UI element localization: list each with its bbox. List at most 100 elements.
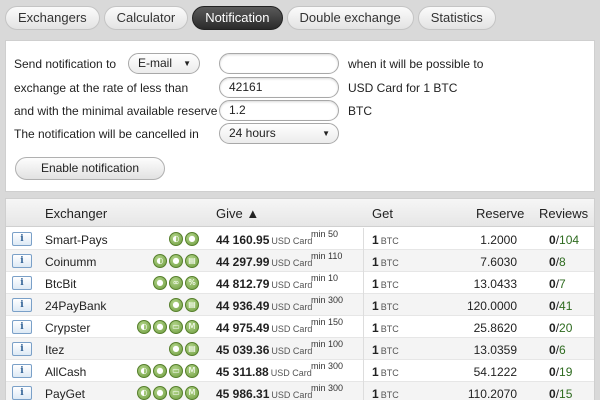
header-get[interactable]: Get: [372, 206, 393, 221]
table-row[interactable]: i Smart-Pays ◐ ● 44 160.95 USD Card min 50 1 BTC…: [6, 228, 594, 250]
give-cell: 44 812.79 USD Card: [216, 277, 312, 291]
reviews-cell[interactable]: 0/7: [549, 277, 566, 291]
exchanger-name[interactable]: Itez: [45, 343, 64, 357]
table-row[interactable]: i Crypster ◐ ● ▭ M 44 975.49 USD Card min 150 1 BT…: [6, 316, 594, 338]
lock-badge-icon: ●: [169, 342, 183, 356]
info-icon[interactable]: i: [12, 298, 32, 312]
reserve-label: and with the minimal available reserve o…: [14, 104, 231, 118]
give-amount: 45 039.36: [216, 343, 270, 357]
reviews-negative: 0: [549, 387, 556, 400]
give-currency: USD Card: [270, 368, 312, 378]
get-cell: 1 BTC: [372, 255, 399, 269]
info-icon[interactable]: i: [12, 320, 32, 334]
get-cell: 1 BTC: [372, 299, 399, 313]
exchanger-badges: ● ∞%: [153, 276, 199, 290]
reviews-positive: 6: [559, 343, 566, 357]
column-divider: [363, 360, 364, 382]
table-row[interactable]: i AllCash ◐ ● ▭ M 45 311.88 USD Card min 300 1 BTC…: [6, 360, 594, 382]
hand-badge-icon: ◐: [137, 364, 151, 378]
reviews-negative: 0: [549, 299, 556, 313]
enable-notification-button[interactable]: Enable notification: [15, 157, 165, 180]
m-badge-icon: M: [185, 386, 199, 400]
tab-calculator[interactable]: Calculator: [103, 6, 189, 30]
give-currency: USD Card: [271, 390, 313, 400]
min-amount: min 300: [311, 383, 344, 393]
min-amount: min 100: [311, 339, 344, 349]
exchanger-badges: ◐ ● ▭ M: [137, 320, 199, 334]
get-currency: BTC: [380, 324, 399, 334]
reviews-cell[interactable]: 0/19: [549, 365, 572, 379]
give-cell: 45 986.31 USD Card: [216, 387, 312, 400]
table-row[interactable]: i 24PayBank ● ▤ 44 936.49 USD Card min 300 1 BTC…: [6, 294, 594, 316]
info-icon[interactable]: i: [12, 232, 32, 246]
tab-exchangers[interactable]: Exchangers: [5, 6, 100, 30]
reserve-value: 25.8620: [473, 321, 517, 335]
table-row[interactable]: i BtcBit ● ∞% 44 812.79 USD Card min 10 1 BTC 13.…: [6, 272, 594, 294]
exchanger-name[interactable]: BtcBit: [45, 277, 76, 291]
tab-double-exchange[interactable]: Double exchange: [286, 6, 414, 30]
send-method-value: E-mail: [138, 56, 173, 70]
get-cell: 1 BTC: [372, 387, 399, 400]
give-amount: 45 311.88: [216, 365, 269, 379]
cancel-period-select[interactable]: 24 hours ▼: [219, 123, 339, 144]
give-currency: USD Card: [271, 280, 313, 290]
info-icon[interactable]: i: [12, 342, 32, 356]
reviews-cell[interactable]: 0/8: [549, 255, 566, 269]
tab-notification[interactable]: Notification: [192, 6, 283, 30]
hand-badge-icon: ◐: [137, 320, 151, 334]
get-amount: 1: [372, 365, 379, 379]
contact-input[interactable]: [219, 53, 339, 74]
min-amount: min 110: [311, 251, 343, 261]
min-amount: min 150: [311, 317, 344, 327]
hand-badge-icon: ◐: [137, 386, 151, 400]
exchanger-name[interactable]: Coinumm: [45, 255, 96, 269]
cancel-row: The notification will be cancelled in 24…: [6, 123, 594, 145]
reviews-positive: 19: [559, 365, 573, 379]
column-divider: [363, 250, 364, 272]
reserve-input[interactable]: 1.2: [219, 100, 339, 121]
exchanger-name[interactable]: Smart-Pays: [45, 233, 108, 247]
reserve-note: BTC: [348, 104, 372, 118]
min-amount: min 300: [311, 295, 344, 305]
table-row[interactable]: i Coinumm ◐ ● ▤ 44 297.99 USD Card min 110 1 BTC 7…: [6, 250, 594, 272]
get-amount: 1: [372, 321, 379, 335]
get-amount: 1: [372, 299, 379, 313]
reviews-positive: 41: [559, 299, 573, 313]
reviews-negative: 0: [549, 233, 556, 247]
give-amount: 45 986.31: [216, 387, 270, 400]
exchanger-name[interactable]: 24PayBank: [45, 299, 106, 313]
table-row[interactable]: i Itez ● ▤ 45 039.36 USD Card min 100 1 BTC 13.03…: [6, 338, 594, 360]
header-reviews[interactable]: Reviews: [539, 206, 588, 221]
info-icon[interactable]: i: [12, 386, 32, 400]
info-icon[interactable]: i: [12, 276, 32, 290]
cancel-period-value: 24 hours: [229, 126, 276, 140]
rate-input[interactable]: 42161: [219, 77, 339, 98]
reviews-cell[interactable]: 0/104: [549, 233, 579, 247]
get-currency: BTC: [380, 302, 399, 312]
reviews-cell[interactable]: 0/41: [549, 299, 572, 313]
reserve-value: 13.0359: [473, 343, 517, 357]
reviews-cell[interactable]: 0/6: [549, 343, 566, 357]
get-currency: BTC: [380, 236, 399, 246]
header-give[interactable]: Give ▲: [216, 206, 259, 221]
info-icon[interactable]: i: [12, 364, 32, 378]
exchanger-name[interactable]: PayGet: [45, 387, 85, 400]
reserve-value: 1.2000: [480, 233, 517, 247]
reserve-row: and with the minimal available reserve o…: [6, 100, 594, 122]
exchanger-name[interactable]: Crypster: [45, 321, 90, 335]
info-icon[interactable]: i: [12, 254, 32, 268]
rate-note: USD Card for 1 BTC: [348, 81, 458, 95]
give-cell: 44 160.95 USD Card: [216, 233, 312, 247]
lock-badge-icon: ●: [153, 364, 167, 378]
tab-statistics[interactable]: Statistics: [417, 6, 496, 30]
header-exchanger[interactable]: Exchanger: [45, 206, 107, 221]
table-row[interactable]: i PayGet ◐ ● ▭ M 45 986.31 USD Card min 300 1 BTC 1…: [6, 382, 594, 400]
header-reserve[interactable]: Reserve: [476, 206, 524, 221]
reviews-cell[interactable]: 0/15: [549, 387, 572, 400]
exchangers-table: Exchanger Give ▲ Get Reserve Reviews i Sm…: [5, 198, 595, 400]
reviews-positive: 8: [559, 255, 566, 269]
exchanger-name[interactable]: AllCash: [45, 365, 86, 379]
send-method-select[interactable]: E-mail ▼: [128, 53, 200, 74]
reviews-cell[interactable]: 0/20: [549, 321, 572, 335]
give-currency: USD Card: [271, 302, 313, 312]
